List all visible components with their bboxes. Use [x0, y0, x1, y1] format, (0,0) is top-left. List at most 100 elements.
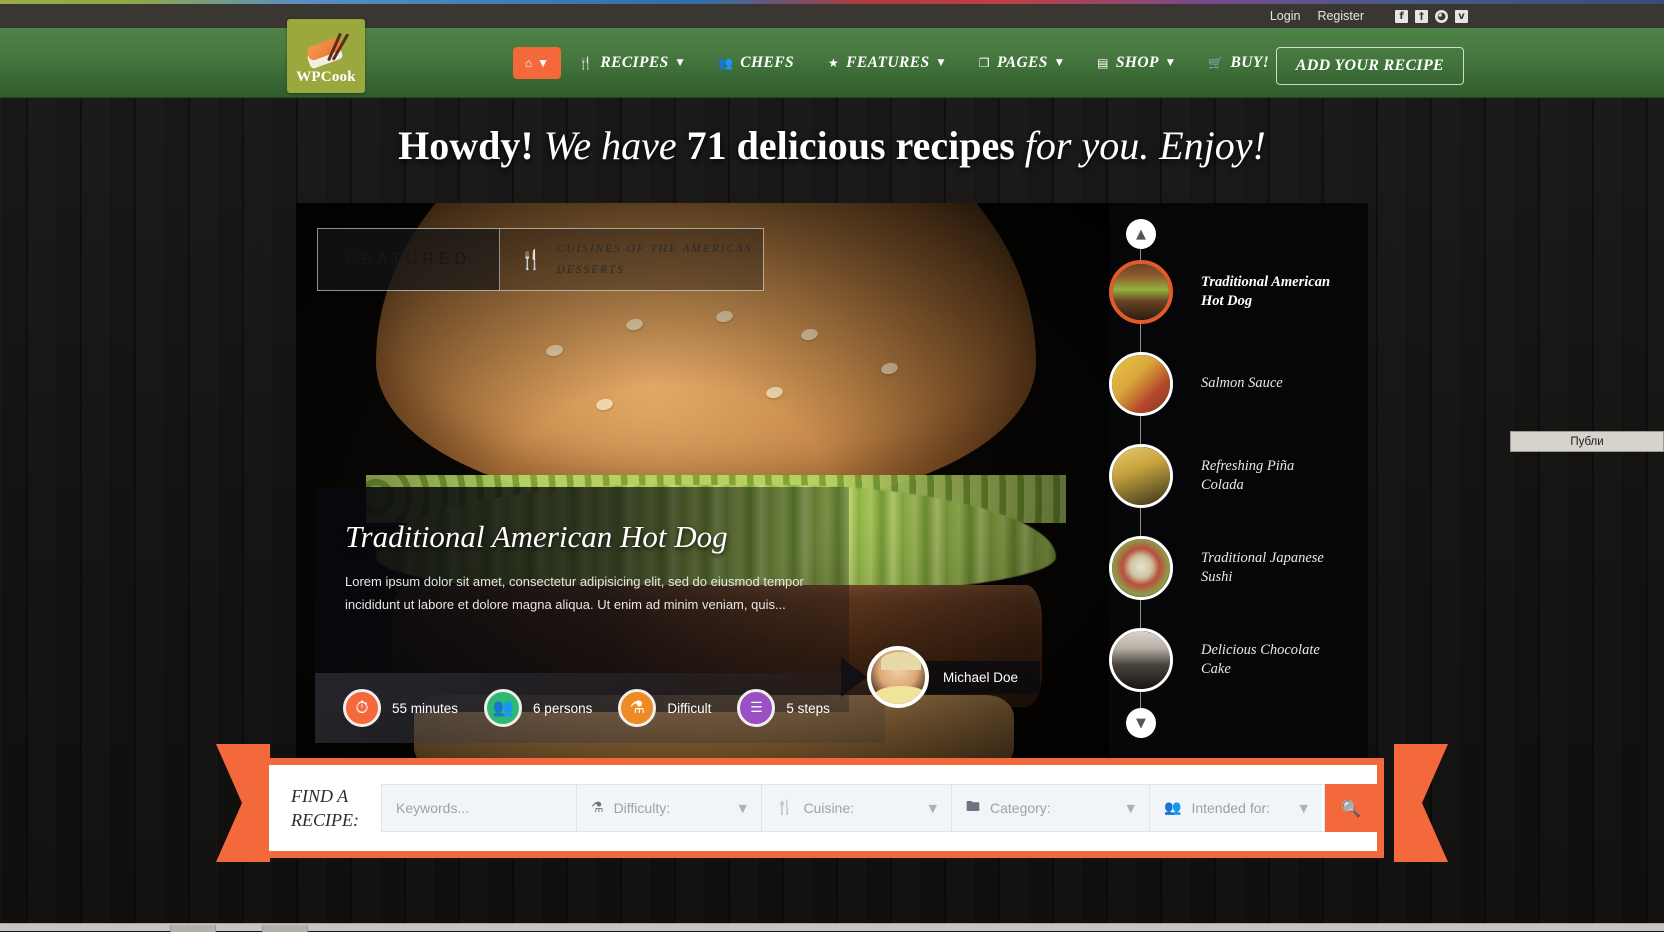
chevron-down-icon: ▼: [929, 802, 937, 815]
chevron-down-icon: ▼: [1056, 58, 1063, 68]
login-link[interactable]: Login: [1270, 9, 1301, 23]
dribbble-icon[interactable]: ◕: [1435, 10, 1448, 23]
find-recipe-ribbon: FIND A RECIPE: Keywords... ⚗ Difficulty:…: [216, 744, 1448, 862]
recipe-search-bar: FIND A RECIPE: Keywords... ⚗ Difficulty:…: [262, 758, 1384, 858]
hero-recipe-list: ▲ Traditional American Hot Dog Salmon Sa…: [1109, 203, 1368, 758]
hero-recipe-meta: ⏱ 55 minutes 👥 6 persons ⚗ Difficult ☰ 5…: [315, 673, 885, 743]
meta-time-label: 55 minutes: [392, 701, 458, 716]
meta-difficulty-label: Difficult: [667, 701, 711, 716]
vimeo-icon[interactable]: v: [1455, 10, 1468, 23]
meta-steps-label: 5 steps: [786, 701, 830, 716]
list-item-label: Traditional American Hot Dog: [1201, 273, 1331, 311]
nav-item-home[interactable]: ⌂ ▼: [513, 47, 561, 79]
chevron-down-icon: ▼: [1300, 802, 1308, 815]
hero-recipe-title[interactable]: Traditional American Hot Dog: [315, 487, 849, 555]
list-item-label: Refreshing Piña Colada: [1201, 457, 1331, 495]
recipe-thumbnail: [1109, 444, 1173, 508]
featured-category-2: DESSERTS: [557, 264, 625, 276]
list-item-label: Delicious Chocolate Cake: [1201, 641, 1331, 679]
nav-menu: ⌂ ▼ 🍴 RECIPES ▼ 👥 CHEFS ★ FEATURES ▼ ❒ P…: [513, 28, 1286, 98]
shop-icon: ▤: [1097, 56, 1109, 70]
account-links: Login Register: [1270, 4, 1364, 28]
category-label: Category:: [990, 800, 1051, 816]
meta-servings: 👥 6 persons: [484, 689, 592, 727]
difficulty-flask-icon: ⚗: [618, 689, 656, 727]
rail-next-button[interactable]: ▼: [1126, 708, 1156, 738]
pages-icon: ❒: [979, 56, 990, 70]
nav-item-label: FEATURES: [846, 54, 929, 72]
search-bar-title: FIND A RECIPE:: [269, 784, 381, 833]
facebook-icon[interactable]: f: [1395, 10, 1408, 23]
nav-item-recipes[interactable]: 🍴 RECIPES ▼: [561, 28, 701, 98]
nav-item-pages[interactable]: ❒ PAGES ▼: [962, 28, 1080, 98]
register-link[interactable]: Register: [1317, 9, 1364, 23]
search-submit-button[interactable]: 🔍: [1325, 784, 1377, 832]
recipe-thumbnail: [1109, 628, 1173, 692]
featured-label: FEATURED: [318, 229, 500, 290]
steps-list-icon: ☰: [737, 689, 775, 727]
chef-group-icon: 👥: [718, 56, 733, 70]
featured-category-1: CUISINES OF THE AMERICAS: [557, 243, 753, 255]
nav-item-label: CHEFS: [740, 54, 794, 72]
list-item[interactable]: Refreshing Piña Colada: [1109, 444, 1368, 508]
chevron-down-icon: ▼: [938, 58, 945, 68]
utility-bar: Login Register f † ◕ v: [0, 4, 1664, 28]
meta-difficulty: ⚗ Difficult: [618, 689, 711, 727]
hero-slider: FEATURED 🍴 CUISINES OF THE AMERICAS DESS…: [296, 203, 1368, 758]
social-links: f † ◕ v: [1395, 4, 1468, 28]
meta-time: ⏱ 55 minutes: [343, 689, 458, 727]
chevron-down-icon: ▼: [677, 58, 684, 68]
search-cuisine-select[interactable]: 🍴 Cuisine: ▼: [762, 785, 952, 831]
list-item[interactable]: Traditional Japanese Sushi: [1109, 536, 1368, 600]
list-item[interactable]: Salmon Sauce: [1109, 352, 1368, 416]
keywords-placeholder: Keywords...: [396, 800, 469, 816]
search-title-line2: RECIPE:: [291, 810, 359, 830]
search-title-line1: FIND A: [291, 786, 348, 806]
nav-item-shop[interactable]: ▤ SHOP ▼: [1080, 28, 1191, 98]
main-navbar: WPCook ⌂ ▼ 🍴 RECIPES ▼ 👥 CHEFS ★ FEATURE…: [0, 28, 1664, 98]
star-icon: ★: [828, 56, 839, 70]
hero-author[interactable]: Michael Doe: [841, 633, 1121, 721]
search-intended-select[interactable]: 👥 Intended for: ▼: [1150, 785, 1322, 831]
cuisine-label: Cuisine:: [803, 800, 854, 816]
nav-item-buy[interactable]: 🛒 BUY!: [1191, 28, 1286, 98]
search-difficulty-select[interactable]: ⚗ Difficulty: ▼: [577, 785, 762, 831]
cart-icon: 🛒: [1208, 56, 1223, 70]
headline-count: 71 delicious recipes: [687, 123, 1015, 168]
chevron-down-icon: ▼: [739, 802, 747, 815]
list-item[interactable]: Delicious Chocolate Cake: [1109, 628, 1368, 692]
list-item[interactable]: Traditional American Hot Dog: [1109, 260, 1368, 324]
nav-item-features[interactable]: ★ FEATURES ▼: [811, 28, 962, 98]
chevron-down-icon: ▼: [1127, 802, 1135, 815]
add-your-recipe-button[interactable]: ADD YOUR RECIPE: [1276, 47, 1464, 85]
avatar: [867, 646, 929, 708]
nav-item-label: BUY!: [1231, 54, 1270, 72]
site-logo[interactable]: WPCook: [287, 19, 365, 93]
os-tooltip: Публи: [1510, 431, 1664, 452]
rail-prev-button[interactable]: ▲: [1126, 219, 1156, 249]
home-icon: ⌂: [525, 56, 532, 70]
nav-item-chefs[interactable]: 👥 CHEFS: [701, 28, 811, 98]
search-keywords-field[interactable]: Keywords...: [382, 785, 577, 831]
search-icon: 🔍: [1341, 799, 1361, 818]
cutlery-icon: 🍴: [519, 248, 543, 271]
intended-label: Intended for:: [1191, 800, 1270, 816]
flask-icon: ⚗: [591, 800, 604, 816]
featured-categories: 🍴 CUISINES OF THE AMERICAS DESSERTS: [500, 229, 763, 290]
search-fields: Keywords... ⚗ Difficulty: ▼ 🍴 Cuisine: ▼…: [381, 784, 1325, 832]
meta-servings-label: 6 persons: [533, 701, 592, 716]
twitter-icon[interactable]: †: [1415, 10, 1428, 23]
folder-icon: 🖿: [966, 796, 980, 820]
featured-badge: FEATURED 🍴 CUISINES OF THE AMERICAS DESS…: [317, 228, 764, 291]
author-pointer: [841, 657, 867, 697]
difficulty-label: Difficulty:: [614, 800, 671, 816]
headline-greeting: Howdy!: [398, 123, 544, 168]
headline-lead: We have: [544, 123, 687, 168]
search-category-select[interactable]: 🖿 Category: ▼: [952, 785, 1150, 831]
list-item-label: Traditional Japanese Sushi: [1201, 549, 1331, 587]
ribbon-right-tail: [1394, 744, 1448, 862]
persons-icon: 👥: [484, 689, 522, 727]
author-name: Michael Doe: [925, 661, 1040, 694]
recipe-thumbnail: [1109, 352, 1173, 416]
sushi-icon: [303, 34, 349, 68]
